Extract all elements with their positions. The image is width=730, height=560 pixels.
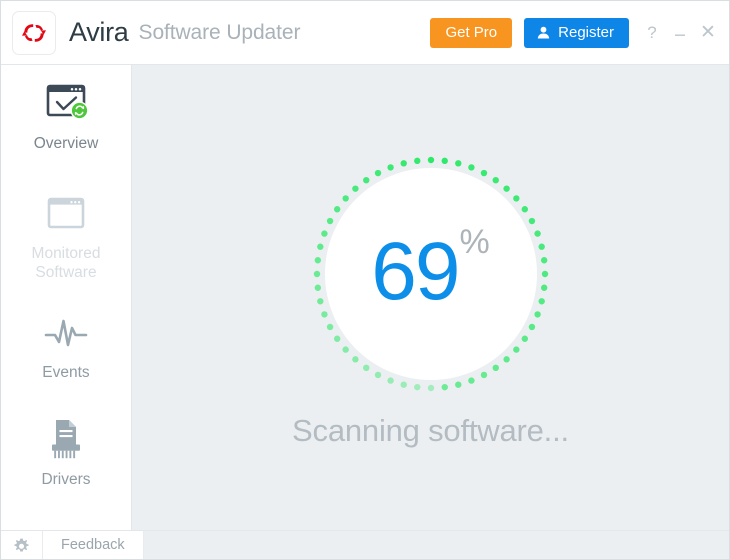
main-content: 69 % Scanning software... <box>132 65 729 530</box>
progress-value: 69 <box>371 226 460 317</box>
sidebar-item-overview-label: Overview <box>33 135 99 152</box>
brand-name: Avira <box>69 17 129 47</box>
close-icon[interactable]: ✕ <box>695 20 721 46</box>
settings-button[interactable] <box>1 530 43 559</box>
register-button[interactable]: Register <box>524 17 629 48</box>
scan-progress-indicator: 69 % <box>306 149 556 399</box>
avira-logo <box>12 10 56 55</box>
gear-icon <box>14 538 29 552</box>
progress-readout: 69 % <box>306 149 556 399</box>
help-icon[interactable]: ? <box>639 20 665 46</box>
feedback-button[interactable]: Feedback <box>43 530 144 559</box>
minimize-icon[interactable] <box>667 20 693 46</box>
sidebar-item-overview[interactable]: Overview <box>1 81 131 153</box>
avira-software-updater-window: Avira Software Updater Get Pro Register … <box>0 0 730 560</box>
progress-percent-symbol: % <box>459 223 490 261</box>
sidebar: Overview Monitored Software Events Drive… <box>1 65 132 530</box>
sidebar-item-events-label: Events <box>42 364 90 381</box>
sidebar-item-monitored-software-label: Monitored Software <box>31 245 101 281</box>
sidebar-item-events[interactable]: Events <box>1 310 131 382</box>
bottom-bar: Feedback <box>1 530 729 559</box>
get-pro-button[interactable]: Get Pro <box>430 17 513 48</box>
title-bar: Avira Software Updater Get Pro Register … <box>1 1 729 65</box>
bottom-bar-filler <box>143 530 729 559</box>
sidebar-item-drivers[interactable]: Drivers <box>1 417 131 489</box>
window-icon <box>1 191 131 237</box>
header-actions: Get Pro Register ? ✕ <box>430 17 721 48</box>
product-name: Software Updater <box>138 21 301 44</box>
sidebar-item-monitored-software[interactable]: Monitored Software <box>1 191 131 282</box>
document-shredder-icon <box>1 417 131 463</box>
pulse-waveform-icon <box>1 310 131 356</box>
register-button-label: Register <box>558 24 614 41</box>
avira-refresh-arrows-logo-icon <box>22 23 46 42</box>
scan-status-text: Scanning software... <box>292 413 569 448</box>
user-icon <box>537 26 550 39</box>
sidebar-item-drivers-label: Drivers <box>41 471 91 488</box>
window-check-refresh-icon <box>1 81 131 127</box>
minimize-glyph-icon <box>675 34 685 36</box>
